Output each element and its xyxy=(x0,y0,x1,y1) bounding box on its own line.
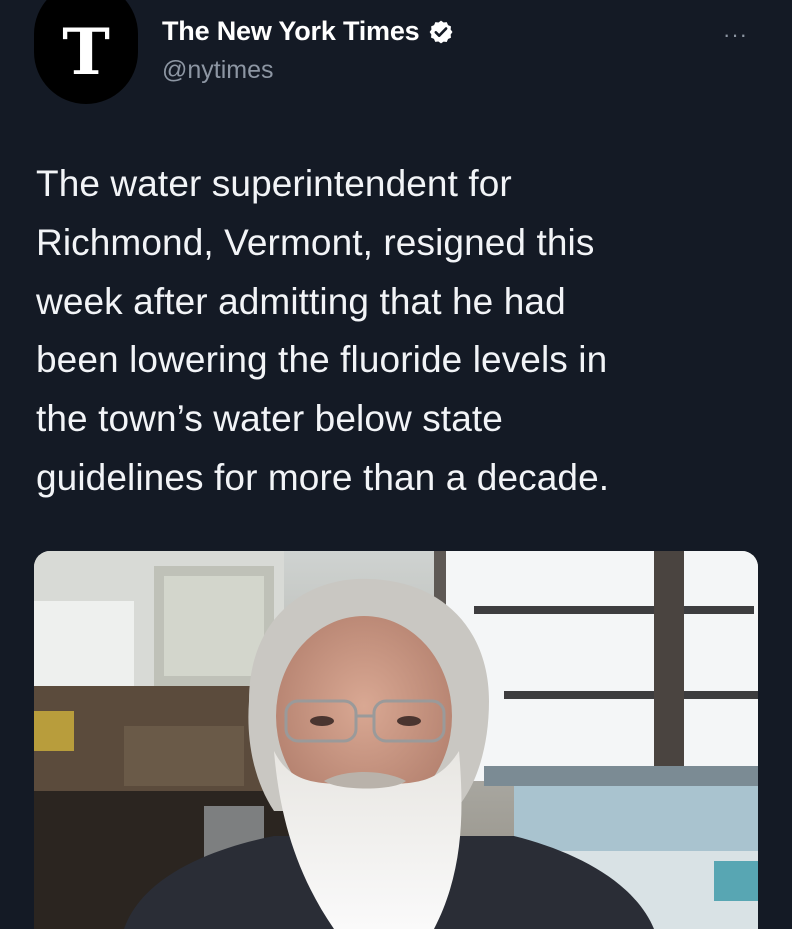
verified-badge-icon xyxy=(429,20,452,43)
display-name[interactable]: The New York Times xyxy=(162,16,420,47)
avatar[interactable]: T xyxy=(34,0,138,104)
more-options-icon[interactable]: ··· xyxy=(723,24,748,46)
tweet-text: The water superintendent for Richmond, V… xyxy=(36,163,610,498)
photo-icon xyxy=(34,551,758,929)
tweet-card[interactable]: T The New York Times @nytimes ··· The wa… xyxy=(0,0,792,929)
avatar-letter: T xyxy=(62,14,110,90)
tweet-photo[interactable] xyxy=(34,551,758,929)
account-handle[interactable]: @nytimes xyxy=(162,56,274,85)
account-name-row: The New York Times xyxy=(162,16,454,47)
